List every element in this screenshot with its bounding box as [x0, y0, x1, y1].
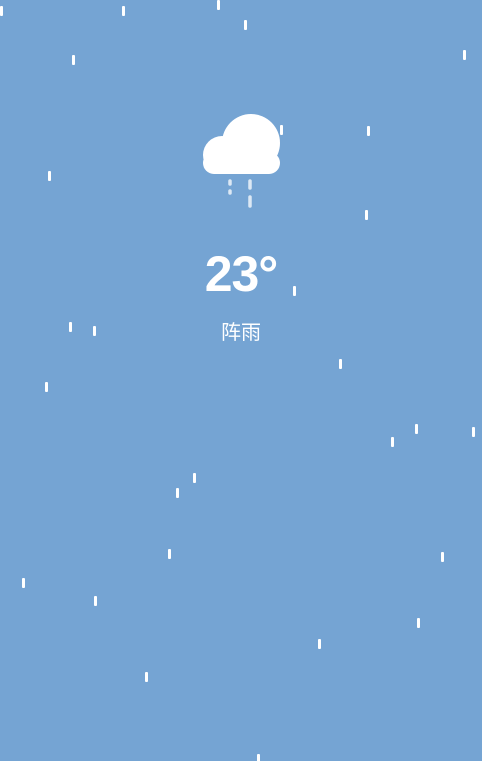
raindrop — [472, 427, 475, 437]
raindrop — [367, 126, 370, 136]
weather-condition-label: 阵雨 — [221, 320, 261, 344]
raindrop — [122, 6, 125, 16]
raindrop — [417, 618, 420, 628]
temperature-display: 23° — [204, 246, 279, 302]
rain-cloud-graphic — [203, 114, 280, 208]
raindrop — [145, 672, 148, 682]
raindrop — [391, 437, 394, 447]
raindrop — [168, 549, 171, 559]
raindrop — [176, 488, 179, 498]
raindrop — [72, 55, 75, 65]
raindrop — [0, 6, 3, 16]
raindrop — [441, 552, 444, 562]
raindrop — [45, 382, 48, 392]
rain-cloud-icon — [197, 112, 283, 212]
weather-screen: 23° 阵雨 — [0, 0, 482, 761]
raindrop — [257, 754, 260, 761]
raindrop — [94, 596, 97, 606]
raindrop — [22, 578, 25, 588]
raindrop — [463, 50, 466, 60]
raindrop — [339, 359, 342, 369]
raindrop — [48, 171, 51, 181]
raindrop — [244, 20, 247, 30]
raindrop — [365, 210, 368, 220]
raindrop — [318, 639, 321, 649]
raindrop — [217, 0, 220, 10]
raindrop — [193, 473, 196, 483]
raindrop — [415, 424, 418, 434]
